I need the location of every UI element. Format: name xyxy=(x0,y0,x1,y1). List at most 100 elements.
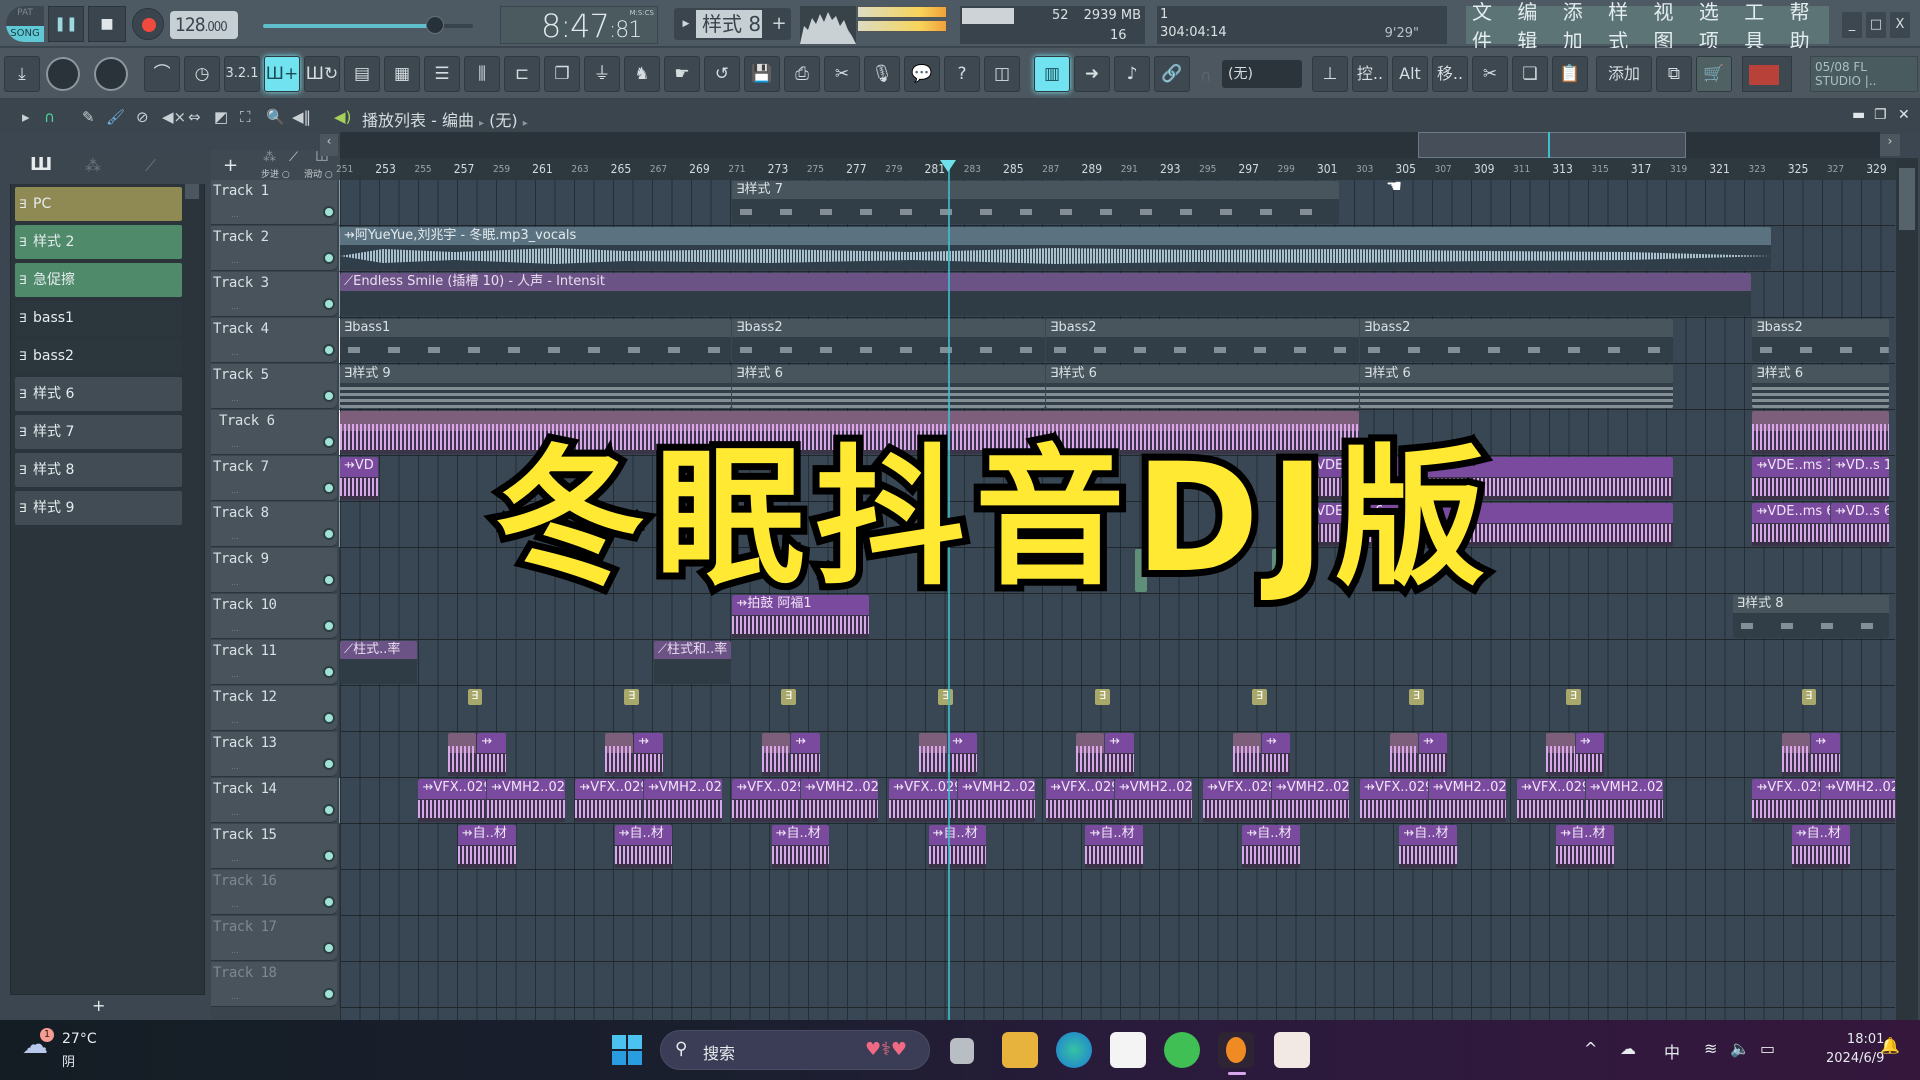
track-header[interactable]: Track 9... xyxy=(211,548,337,593)
track-name[interactable]: Track 3 xyxy=(213,275,269,291)
playlist-clip[interactable]: ⇸VFX..029 xyxy=(732,779,800,822)
ime-indicator[interactable]: 中 xyxy=(1664,1039,1680,1063)
alt-button[interactable]: Alt xyxy=(1392,56,1428,92)
chat-icon[interactable]: 💬 xyxy=(904,56,940,92)
fader-icon[interactable]: ⧉ xyxy=(1656,56,1692,92)
track-options[interactable]: ... xyxy=(231,992,239,1001)
mixer-icon[interactable]: ⫼ xyxy=(464,56,500,92)
track-enable-led[interactable] xyxy=(323,712,335,724)
microsoft-store-icon[interactable] xyxy=(1110,1032,1146,1068)
track-name[interactable]: Track 14 xyxy=(213,781,277,797)
playlist-clip[interactable]: ⇸VDE..ms 6 xyxy=(1752,503,1830,546)
playlist-clip[interactable]: ⇸VMH2..024 xyxy=(487,779,565,822)
save-icon[interactable]: 💾 xyxy=(744,56,780,92)
playlist-icon[interactable]: ▤ xyxy=(344,56,380,92)
playlist-clip[interactable]: ⟋Endless Smile (插槽 10) - 人声 - Intensit xyxy=(340,273,1752,316)
cut-icon[interactable]: ✂ xyxy=(1472,56,1508,92)
playlist-clip[interactable]: ∃样式 7 xyxy=(732,181,1340,224)
download-icon[interactable]: ⤓ xyxy=(4,56,40,92)
scrollbar-thumb[interactable] xyxy=(1899,168,1915,230)
slide-toggle[interactable]: 滑动 ○ xyxy=(304,167,333,180)
track-options[interactable]: ... xyxy=(231,302,239,311)
track-name[interactable]: Track 12 xyxy=(213,689,277,705)
countdown-icon[interactable]: 3.2.1 xyxy=(224,56,260,92)
track-header[interactable]: Track 4... xyxy=(211,318,337,363)
picker-item[interactable]: ∃ bass2 xyxy=(15,339,182,373)
pat-song-toggle[interactable]: PAT SONG xyxy=(6,6,44,42)
overview-scroll-left[interactable]: ‹ xyxy=(320,134,338,156)
track-options[interactable]: ... xyxy=(231,440,239,449)
playlist-vertical-scrollbar[interactable] xyxy=(1896,158,1918,1020)
playlist-restore-button[interactable]: ❐ xyxy=(1874,107,1887,123)
stop-button[interactable]: ■ xyxy=(88,6,126,42)
track-enable-led[interactable] xyxy=(323,390,335,402)
track-name[interactable]: Track 18 xyxy=(213,965,277,981)
file-explorer-icon[interactable] xyxy=(1002,1032,1038,1068)
playlist-clip[interactable]: ∃ xyxy=(938,689,954,705)
playlist-clip[interactable] xyxy=(447,733,477,776)
timeline-ruler[interactable]: 251 253 255 257 259 261 263 265 267 269 271 273 275 2… xyxy=(336,158,1900,180)
playlist-clip[interactable]: ⇸VFX..029 xyxy=(1517,779,1585,822)
playlist-clip[interactable]: ⇸自..材 xyxy=(1556,825,1615,868)
arrow-right-icon[interactable]: ➜ xyxy=(1074,56,1110,92)
playlist-clip[interactable]: ⇸自..材 xyxy=(614,825,673,868)
picker-scrollbar[interactable] xyxy=(185,184,199,199)
track-header[interactable]: Track 8... xyxy=(211,502,337,547)
playback-icon[interactable]: ◀‖ xyxy=(292,108,311,126)
playlist-clip[interactable]: ⇸自..材 xyxy=(1085,825,1144,868)
playlist-clip[interactable]: ⇸自..材 xyxy=(928,825,987,868)
pattern-menu-arrow-icon[interactable]: ▶ xyxy=(677,10,695,38)
tempo-display[interactable]: 128.000 xyxy=(170,11,238,39)
picker-add-button[interactable]: + xyxy=(92,996,105,1015)
add-track-button[interactable]: + xyxy=(223,155,238,176)
playlist-minimize-button[interactable]: ▬ xyxy=(1852,107,1865,123)
track-options[interactable]: ... xyxy=(231,808,239,817)
playlist-clip[interactable]: ⇸VMH2..024 xyxy=(801,779,879,822)
picker-audio-icon[interactable]: ⁂ xyxy=(85,156,101,175)
microphone-icon[interactable]: 🎙 xyxy=(864,56,900,92)
playlist-clip[interactable]: ⇸自..材 xyxy=(1242,825,1301,868)
playlist-clip[interactable]: ∃bass2 xyxy=(732,319,1046,362)
track-options[interactable]: ... xyxy=(231,946,239,955)
menu-file[interactable]: 文件 xyxy=(1472,0,1511,54)
playlist-clip[interactable]: ⇸VMH2..024 xyxy=(1271,779,1350,822)
playlist-clip[interactable]: ⇸VDE..ms 1 xyxy=(1752,457,1830,500)
playlist-clip[interactable]: ⇸ xyxy=(1105,733,1134,776)
picker-item[interactable]: ∃ 样式 7 xyxy=(15,415,182,449)
track-options[interactable]: ... xyxy=(231,578,239,587)
delete-icon[interactable]: ⊘ xyxy=(136,108,149,126)
pattern-selector[interactable]: ▶ 样式 8 + xyxy=(674,8,791,40)
playlist-clip[interactable] xyxy=(1752,411,1889,454)
track-options[interactable]: ... xyxy=(231,348,239,357)
track-name[interactable]: Track 7 xyxy=(213,459,269,475)
playlist-clip[interactable]: ⇸VD..s 1 xyxy=(1830,457,1889,500)
playlist-clip[interactable]: ⇸VFX..029 xyxy=(889,779,957,822)
playlist-clip[interactable]: ∃ xyxy=(467,689,483,705)
track-header[interactable]: Track 12... xyxy=(211,686,337,731)
zoom-icon[interactable]: 🔍 xyxy=(266,108,285,126)
menu-help[interactable]: 帮助 xyxy=(1790,0,1829,54)
snap-selector[interactable]: (无) xyxy=(1222,60,1302,88)
playlist-clip[interactable] xyxy=(1781,733,1811,776)
playlist-clip[interactable]: ⟋柱式..率 xyxy=(340,641,418,684)
menu-patterns[interactable]: 样式 xyxy=(1608,0,1647,54)
track-enable-led[interactable] xyxy=(323,528,335,540)
track-options[interactable]: ... xyxy=(231,854,239,863)
wait-for-input-icon[interactable]: ◷ xyxy=(184,56,220,92)
playlist-clip[interactable]: ⇸阿YueYue,刘兆宇 - 冬眠.mp3_vocals xyxy=(340,227,1772,270)
step-toggle[interactable]: 步进 ○ xyxy=(261,167,290,180)
song-mode-label[interactable]: SONG xyxy=(6,26,44,42)
piano-roll-icon[interactable]: ▦ xyxy=(384,56,420,92)
track-enable-led[interactable] xyxy=(323,988,335,1000)
track-enable-led[interactable] xyxy=(323,758,335,770)
playlist-clip[interactable]: ∃样式 8 xyxy=(1732,595,1889,638)
edison-cut-icon[interactable]: ✂ xyxy=(824,56,860,92)
add-button[interactable]: 添加 xyxy=(1596,56,1652,92)
performance-icon[interactable]: ♞ xyxy=(624,56,660,92)
track-name[interactable]: Track 10 xyxy=(213,597,277,613)
track-options[interactable]: ... xyxy=(231,532,239,541)
track-name[interactable]: Track 4 xyxy=(213,321,269,337)
paint-brush-icon[interactable]: 🖌 xyxy=(106,108,125,126)
playlist-clip[interactable]: ∃ xyxy=(1566,689,1581,705)
wechat-icon[interactable] xyxy=(1164,1032,1200,1068)
